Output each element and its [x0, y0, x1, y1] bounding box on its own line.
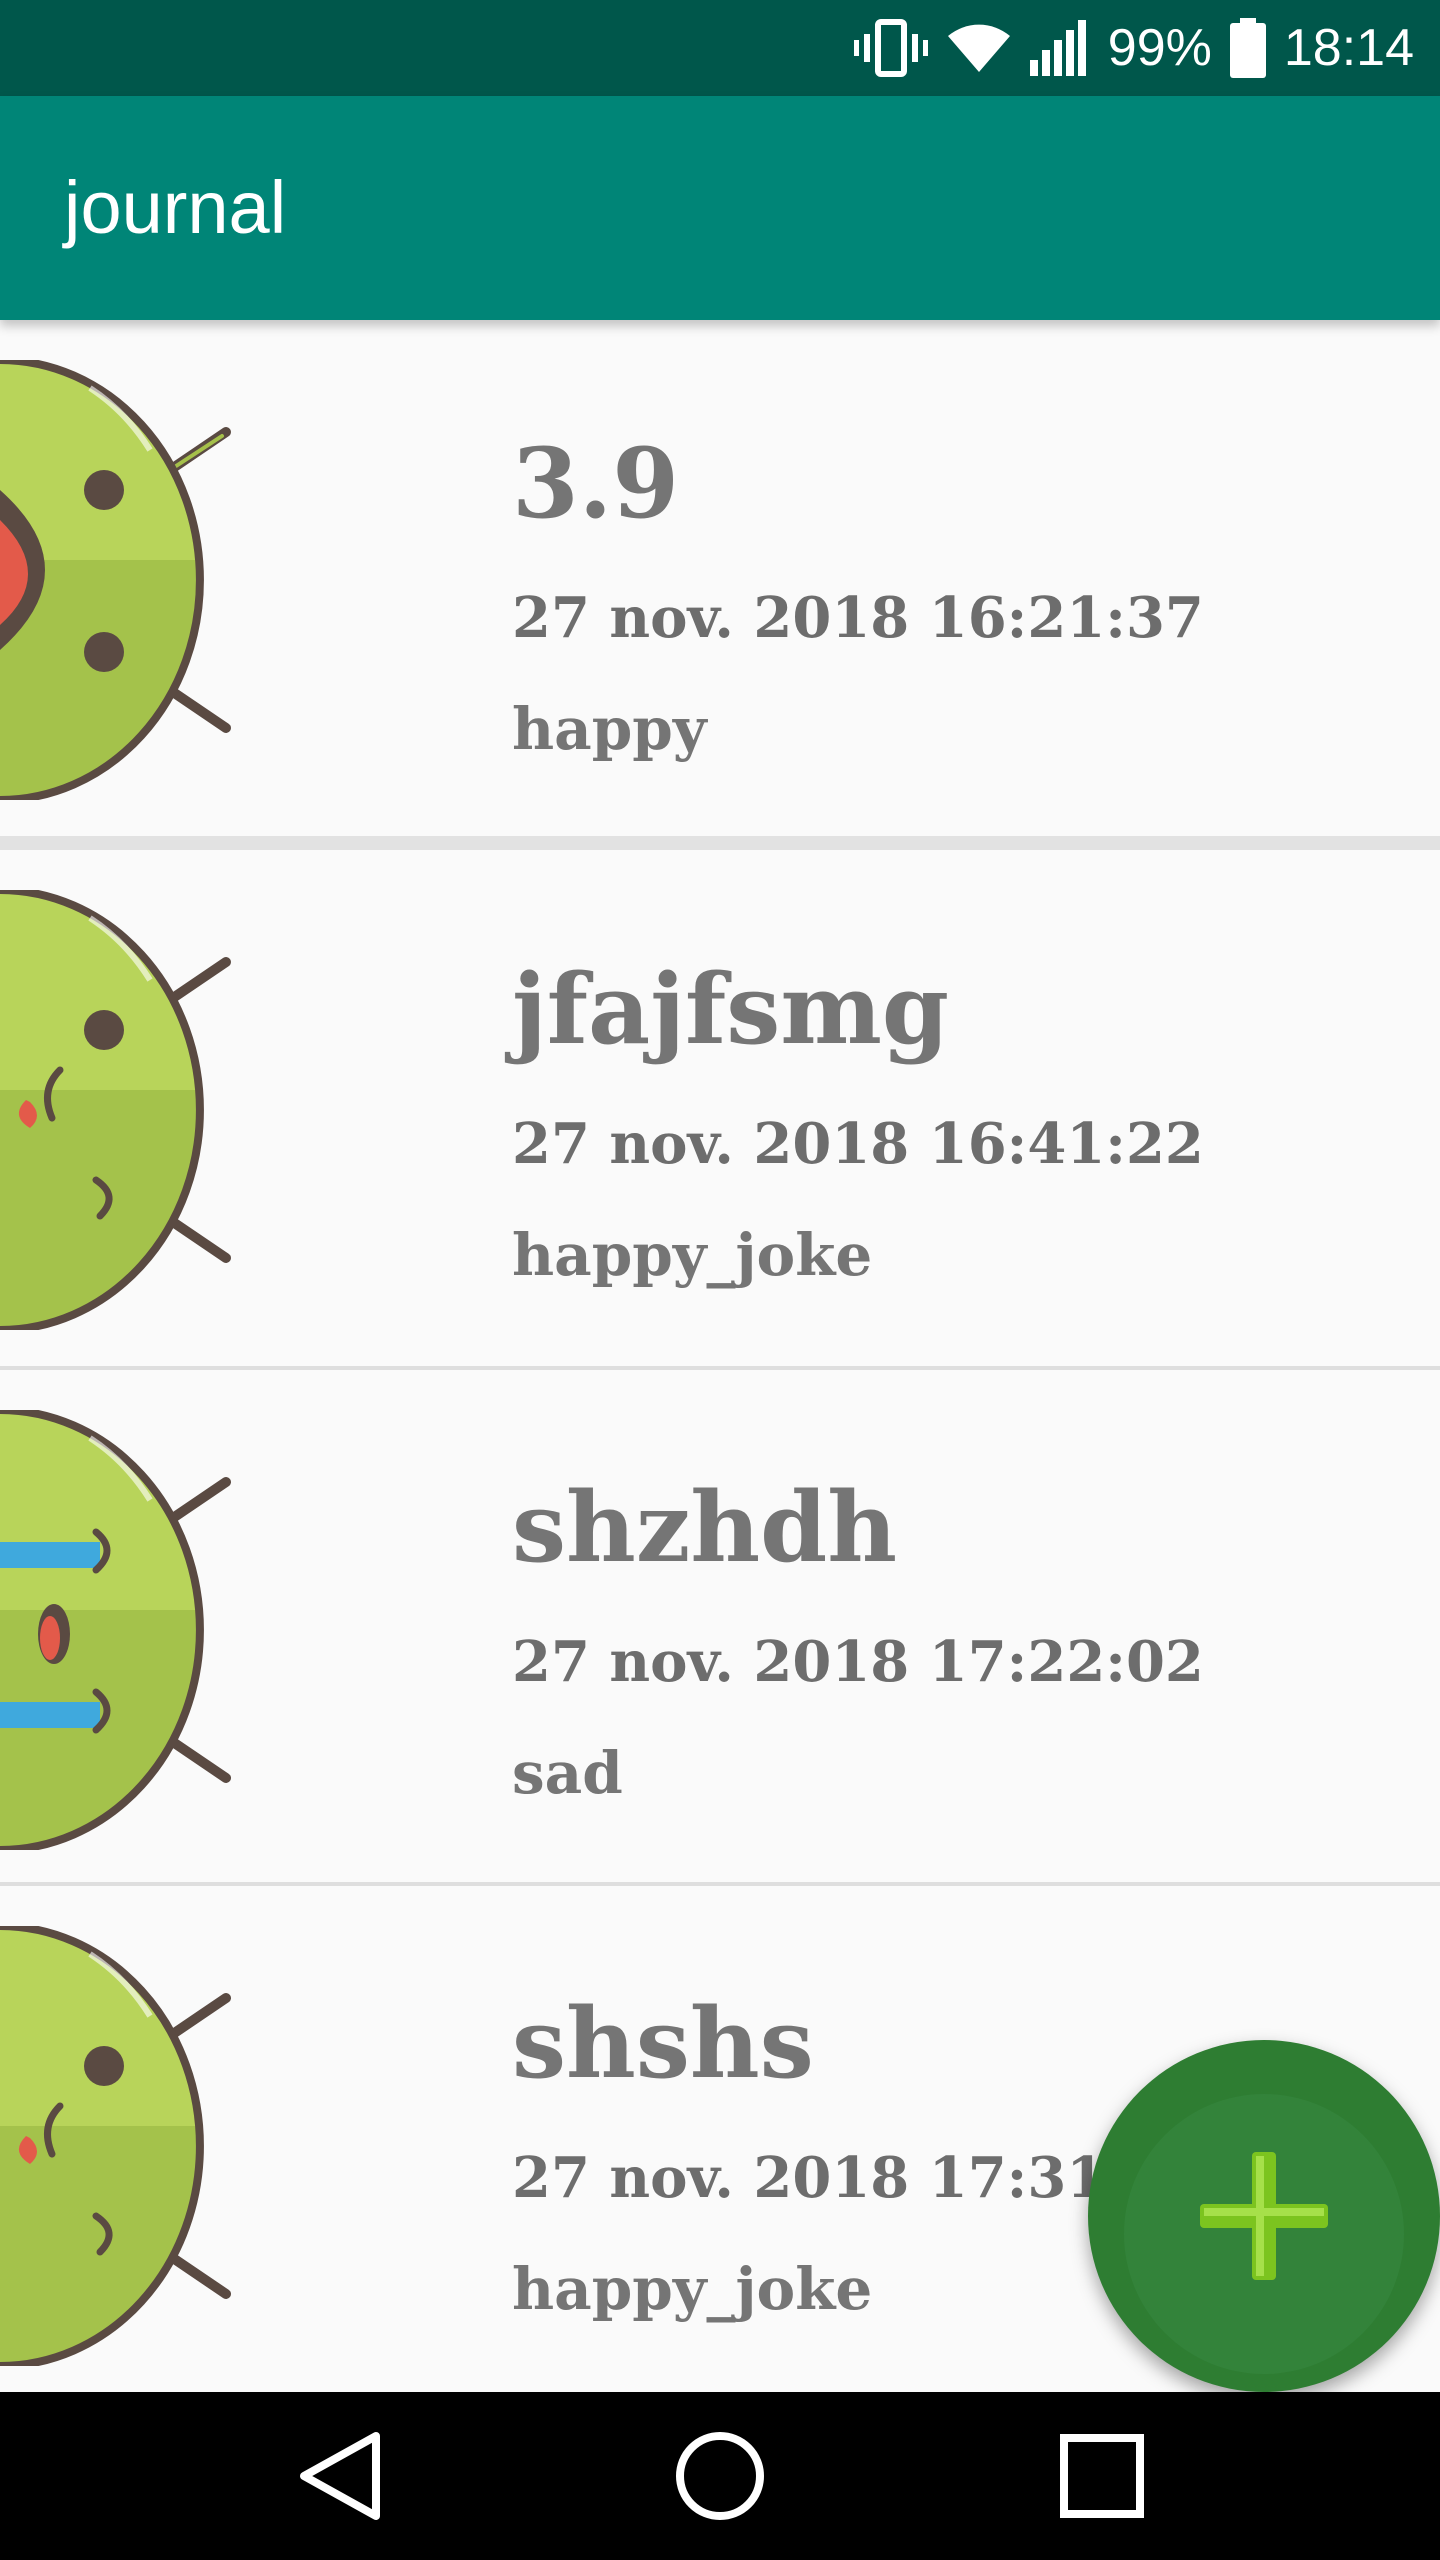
- home-button[interactable]: [670, 2426, 770, 2526]
- battery-icon: [1229, 18, 1266, 78]
- entry-title: shzhdh: [512, 1471, 898, 1584]
- entry-title: shshs: [512, 1987, 814, 2100]
- journal-entry[interactable]: shzhdh 27 nov. 2018 17:22:02 sad: [0, 1370, 1440, 1880]
- plus-icon: [1198, 2150, 1330, 2282]
- battery-percent: 99%: [1107, 19, 1212, 77]
- back-icon: [300, 2432, 380, 2520]
- divider: [0, 836, 1440, 850]
- navigation-bar: [0, 2392, 1440, 2560]
- status-icons: 99% 18:14: [853, 0, 1414, 96]
- entry-mood: happy_joke: [512, 1221, 873, 1289]
- entry-date: 27 nov. 2018 16:41:22: [512, 1111, 1204, 1177]
- clock: 18:14: [1283, 19, 1414, 77]
- happy-android-icon: [0, 360, 240, 800]
- app-title: journal: [64, 166, 287, 249]
- recents-icon: [1060, 2434, 1144, 2518]
- entry-mood: happy: [512, 695, 707, 763]
- home-icon: [676, 2432, 764, 2520]
- entry-title: jfajfsmg: [512, 953, 950, 1066]
- entry-mood: happy_joke: [512, 2255, 873, 2323]
- entry-date: 27 nov. 2018 17:22:02: [512, 1629, 1204, 1695]
- sad-android-icon: [0, 1410, 240, 1850]
- back-button[interactable]: [290, 2426, 390, 2526]
- status-bar: 99% 18:14: [0, 0, 1440, 96]
- recents-button[interactable]: [1052, 2426, 1152, 2526]
- journal-entry[interactable]: jfajfsmg 27 nov. 2018 16:41:22 happy_jok…: [0, 850, 1440, 1362]
- happy-joke-android-icon: [0, 890, 240, 1330]
- entry-date: 27 nov. 2018 16:21:37: [512, 585, 1204, 651]
- entry-mood: sad: [512, 1739, 623, 1807]
- signal-icon: [1029, 20, 1090, 76]
- vibrate-icon: [853, 18, 928, 78]
- entry-title: 3.9: [512, 427, 680, 540]
- journal-entry[interactable]: 3.9 27 nov. 2018 16:21:37 happy: [0, 320, 1440, 836]
- add-entry-button[interactable]: [1088, 2040, 1440, 2392]
- app-bar: journal: [0, 96, 1440, 320]
- wifi-icon: [946, 22, 1012, 74]
- happy-joke-android-icon: [0, 1926, 240, 2366]
